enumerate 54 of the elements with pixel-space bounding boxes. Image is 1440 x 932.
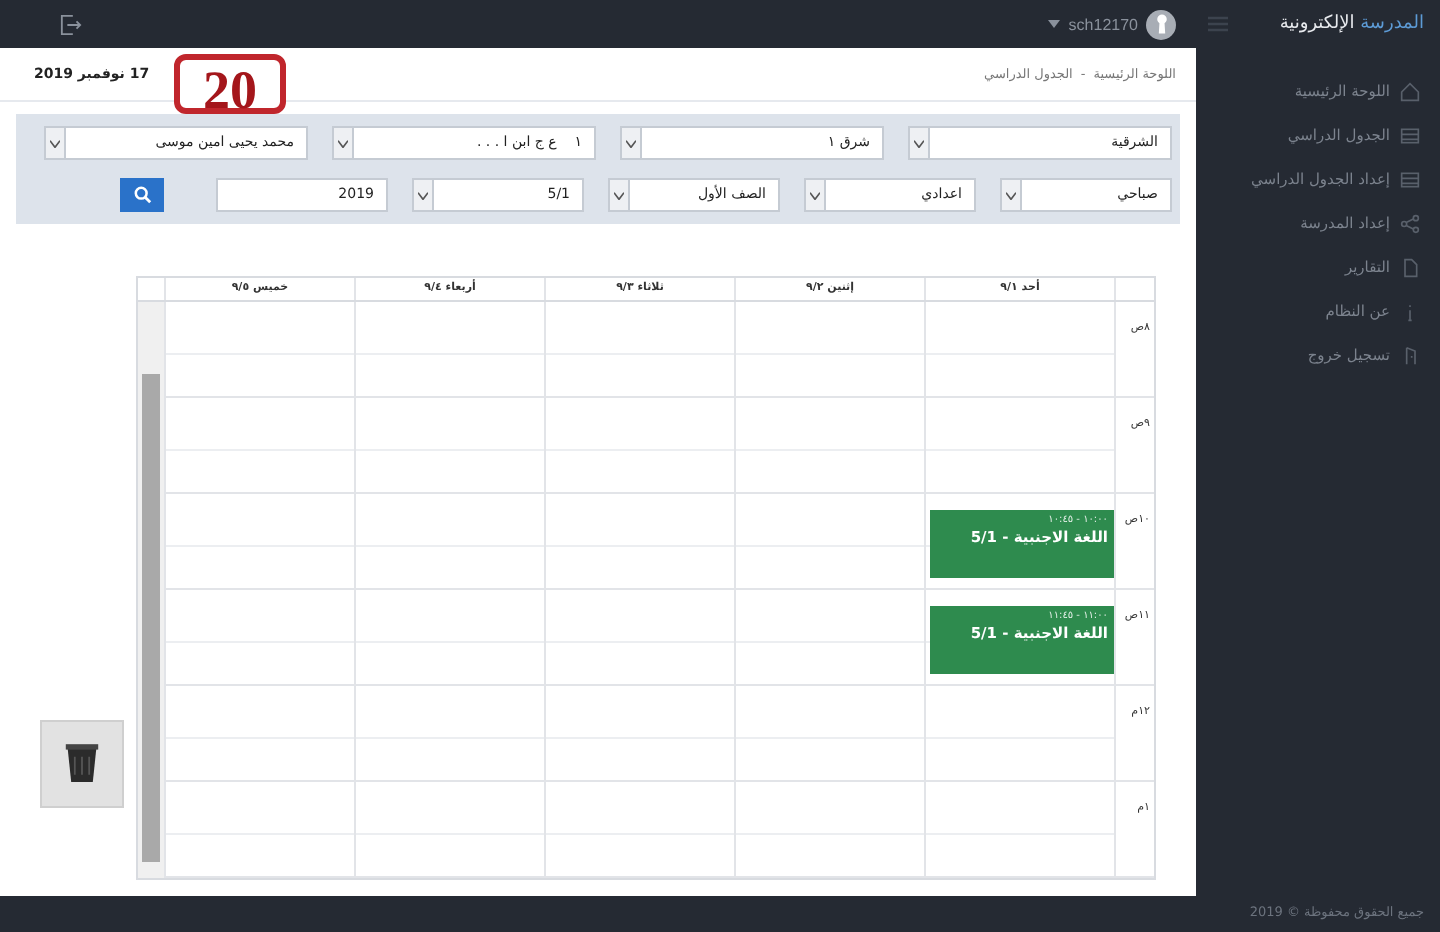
username-link[interactable]: sch12170 — [1068, 15, 1138, 33]
caret-icon — [810, 191, 820, 199]
logout-icon — [1400, 345, 1420, 365]
table-cell[interactable] — [924, 782, 1114, 876]
table-cell[interactable] — [164, 398, 354, 492]
caret-icon[interactable] — [1048, 20, 1061, 28]
table-cell[interactable] — [354, 494, 544, 588]
table-cell[interactable] — [354, 686, 544, 780]
app-logo-text: المدرسة الإلكترونية — [1279, 14, 1424, 34]
table-cell[interactable] — [544, 398, 734, 492]
table-cell[interactable] — [544, 782, 734, 876]
table-cell[interactable] — [734, 398, 924, 492]
table-icon — [1400, 125, 1420, 145]
table-cell[interactable] — [544, 590, 734, 684]
table-cell[interactable] — [164, 494, 354, 588]
scrollbar[interactable] — [138, 302, 164, 878]
table-cell[interactable] — [164, 590, 354, 684]
home-icon — [1400, 81, 1420, 101]
search-button[interactable] — [120, 178, 164, 212]
caret-icon — [50, 139, 60, 147]
menu-icon[interactable] — [1208, 16, 1228, 32]
table-cell[interactable] — [354, 398, 544, 492]
caret-icon — [338, 139, 348, 147]
table-cell[interactable] — [924, 686, 1114, 780]
caret-icon — [1006, 191, 1016, 199]
trash-tile[interactable] — [40, 720, 124, 808]
table-cell[interactable] — [734, 590, 924, 684]
caret-icon — [614, 191, 624, 199]
caret-icon — [418, 191, 428, 199]
table-cell[interactable] — [544, 494, 734, 588]
logout-icon[interactable] — [60, 13, 82, 35]
table-cell[interactable] — [924, 398, 1114, 492]
search-icon — [133, 186, 151, 204]
table-cell[interactable] — [734, 782, 924, 876]
table-cell[interactable] — [544, 302, 734, 396]
share-icon — [1400, 213, 1420, 233]
table-icon — [1400, 169, 1420, 189]
table-cell[interactable] — [734, 494, 924, 588]
step-number-badge: 20 — [174, 54, 286, 114]
avatar-icon[interactable] — [1146, 9, 1176, 39]
table-cell[interactable] — [164, 686, 354, 780]
trash-bin-icon — [64, 742, 100, 786]
table-cell[interactable] — [924, 302, 1114, 396]
table-cell[interactable] — [544, 686, 734, 780]
caret-icon — [626, 139, 636, 147]
table-cell[interactable] — [164, 302, 354, 396]
caret-icon — [914, 139, 924, 147]
table-cell[interactable] — [354, 782, 544, 876]
document-icon — [1400, 257, 1420, 277]
table-cell[interactable] — [734, 302, 924, 396]
table-cell[interactable] — [354, 590, 544, 684]
table-cell[interactable] — [164, 782, 354, 876]
table-cell[interactable] — [354, 302, 544, 396]
table-cell[interactable] — [734, 686, 924, 780]
